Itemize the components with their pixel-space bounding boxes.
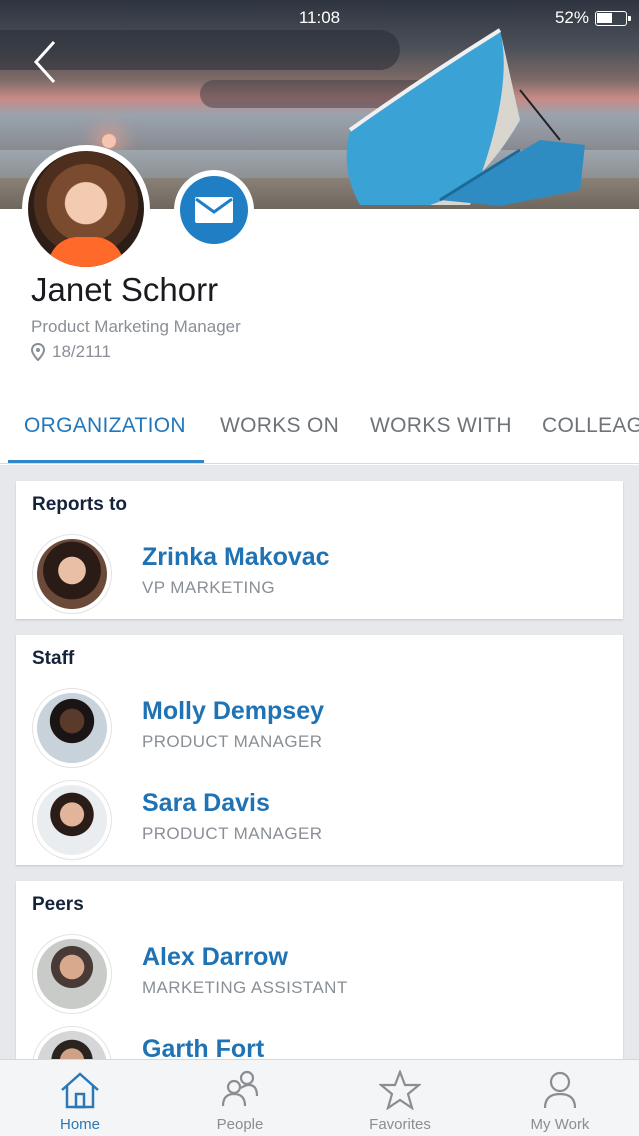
nav-people[interactable]: People bbox=[160, 1060, 320, 1136]
nav-my-work[interactable]: My Work bbox=[480, 1060, 639, 1136]
person-role: PRODUCT MANAGER bbox=[142, 824, 323, 843]
star-icon bbox=[379, 1070, 421, 1110]
staff-card: Staff Molly Dempsey PRODUCT MANAGER Sara… bbox=[16, 635, 623, 865]
tab-colleagues[interactable]: COLLEAG bbox=[542, 414, 639, 438]
tab-works-with[interactable]: WORKS WITH bbox=[370, 414, 512, 438]
nav-label: People bbox=[216, 1116, 264, 1133]
battery-indicator: 52% bbox=[554, 8, 631, 28]
bottom-nav: Home People Favorites My Work bbox=[0, 1059, 639, 1136]
nav-home[interactable]: Home bbox=[0, 1060, 160, 1136]
status-bar: 11:08 52% bbox=[0, 0, 639, 36]
person-name: Alex Darrow bbox=[142, 943, 288, 971]
avatar bbox=[32, 780, 112, 860]
person-name: Zrinka Makovac bbox=[142, 543, 330, 571]
avatar bbox=[32, 934, 112, 1014]
person-icon bbox=[543, 1071, 577, 1109]
reports-to-card: Reports to Zrinka Makovac VP MARKETING bbox=[16, 481, 623, 619]
person-name: Molly Dempsey bbox=[142, 697, 325, 725]
avatar bbox=[32, 688, 112, 768]
back-button[interactable] bbox=[28, 40, 68, 84]
avatar bbox=[32, 534, 112, 614]
nav-label: My Work bbox=[530, 1116, 590, 1133]
tab-works-on[interactable]: WORKS ON bbox=[220, 414, 339, 438]
nav-label: Favorites bbox=[369, 1116, 431, 1133]
home-icon bbox=[61, 1072, 99, 1109]
tab-organization[interactable]: ORGANIZATION bbox=[24, 414, 186, 438]
person-role: VP MARKETING bbox=[142, 578, 275, 597]
profile-name: Janet Schorr bbox=[31, 271, 219, 308]
section-title: Staff bbox=[32, 648, 75, 669]
list-item[interactable]: Zrinka Makovac VP MARKETING bbox=[32, 534, 592, 614]
list-item[interactable]: Alex Darrow MARKETING ASSISTANT bbox=[32, 934, 592, 1014]
location-text: 18/2111 bbox=[52, 342, 111, 361]
nav-label: Home bbox=[59, 1116, 100, 1133]
battery-percentage: 52% bbox=[554, 8, 589, 27]
battery-icon bbox=[595, 10, 631, 26]
person-role: PRODUCT MANAGER bbox=[142, 732, 323, 751]
chevron-left-icon bbox=[33, 40, 56, 84]
mail-icon bbox=[195, 197, 233, 223]
active-tab-indicator bbox=[8, 460, 204, 463]
list-item[interactable]: Sara Davis PRODUCT MANAGER bbox=[32, 780, 592, 860]
email-button[interactable] bbox=[174, 170, 254, 250]
profile-avatar bbox=[22, 145, 150, 273]
section-title: Reports to bbox=[32, 494, 127, 515]
nav-favorites[interactable]: Favorites bbox=[320, 1060, 480, 1136]
section-title: Peers bbox=[32, 894, 84, 915]
list-item[interactable]: Molly Dempsey PRODUCT MANAGER bbox=[32, 688, 592, 768]
profile-job-title: Product Marketing Manager bbox=[31, 317, 241, 336]
person-role: MARKETING ASSISTANT bbox=[142, 978, 348, 997]
tab-bar: ORGANIZATION WORKS ON WORKS WITH COLLEAG bbox=[0, 400, 639, 464]
person-name: Sara Davis bbox=[142, 789, 270, 817]
location-pin-icon bbox=[31, 343, 45, 361]
people-icon bbox=[221, 1070, 259, 1107]
peers-card: Peers Alex Darrow MARKETING ASSISTANT Ga… bbox=[16, 881, 623, 1106]
profile-location: 18/2111 bbox=[31, 342, 111, 362]
status-time: 11:08 bbox=[298, 8, 341, 27]
